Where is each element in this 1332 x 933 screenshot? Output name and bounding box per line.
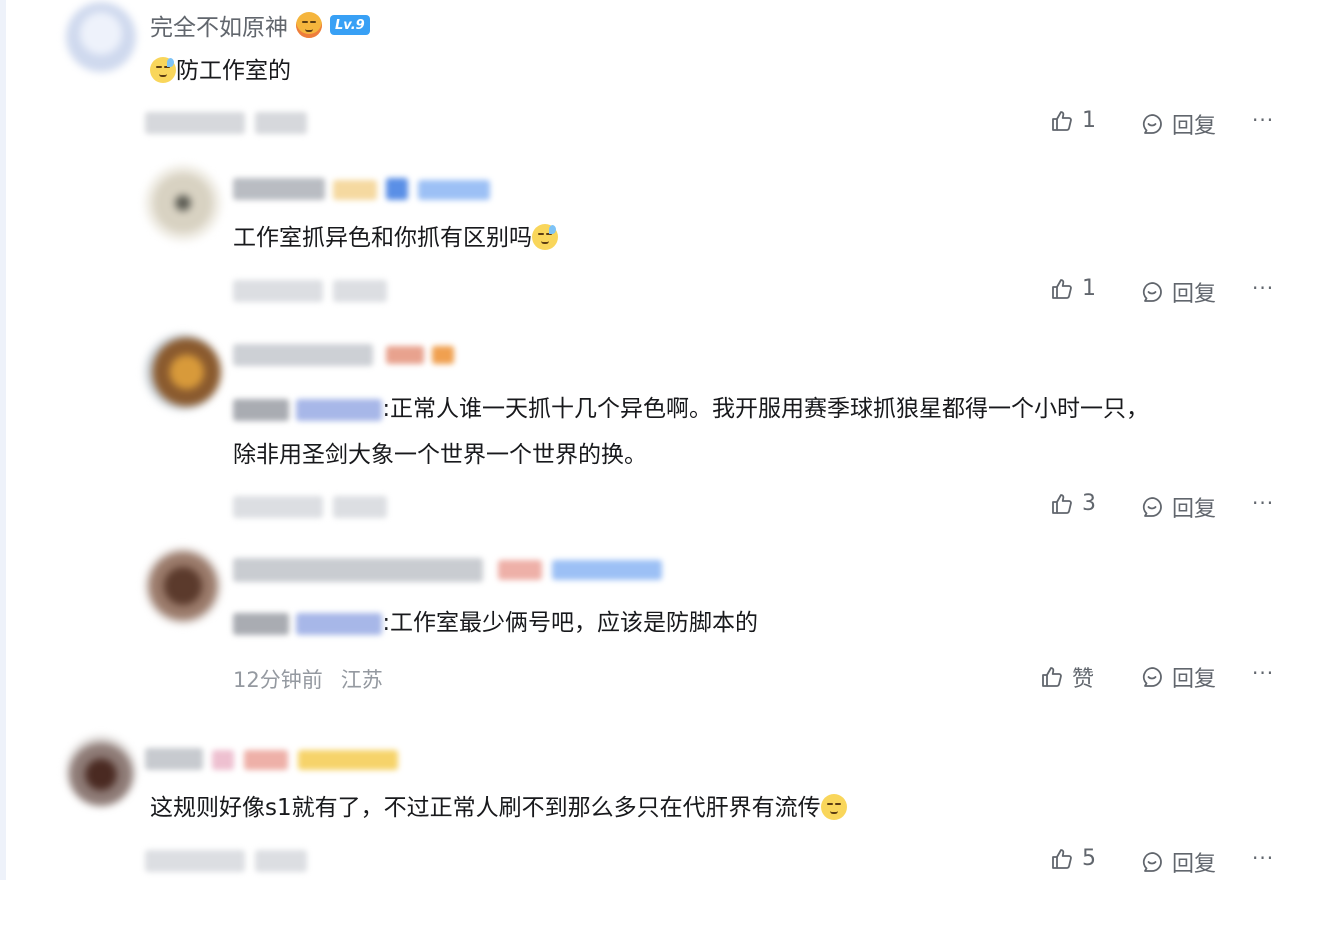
blurred-meta: [233, 280, 323, 302]
left-edge-strip: [0, 0, 6, 880]
blurred-badge: [432, 346, 454, 364]
blurred-meta: [255, 112, 307, 134]
thumbs-up-icon: [1040, 665, 1064, 689]
avatar[interactable]: [145, 165, 221, 241]
avatar[interactable]: [145, 334, 221, 410]
more-dots-icon[interactable]: ···: [1252, 846, 1274, 870]
like-button[interactable]: 1: [1050, 276, 1096, 301]
reply-button[interactable]: 回复: [1140, 661, 1216, 693]
blurred-meta: [255, 850, 307, 872]
like-count: 5: [1082, 846, 1096, 871]
like-count: 3: [1082, 491, 1096, 516]
timestamp: 12分钟前: [233, 668, 323, 692]
blurred-meta: [333, 496, 387, 518]
more-dots-icon[interactable]: ···: [1252, 491, 1274, 515]
blurred-badge: [212, 750, 234, 770]
blurred-badge: [298, 750, 398, 770]
blurred-meta: [145, 850, 245, 872]
blurred-username: [233, 558, 483, 582]
reply-button[interactable]: 回复: [1140, 846, 1216, 878]
reply-bubble-icon: [1140, 495, 1164, 519]
location: 江苏: [340, 668, 383, 692]
like-label: 赞: [1072, 667, 1095, 692]
blurred-meta: [145, 112, 245, 134]
more-dots-icon[interactable]: ···: [1252, 661, 1274, 685]
like-count: 1: [1082, 108, 1096, 133]
blurred-mention: [296, 612, 383, 635]
blurred-badge: [552, 560, 662, 580]
comment-text: :工作室最少俩号吧，应该是防脚本的: [233, 600, 758, 646]
thumbs-up-icon: [1050, 109, 1074, 133]
like-count: 1: [1082, 276, 1096, 301]
comment-text: :正常人谁一天抓十几个异色啊。我开服用赛季球抓狼星都得一个小时一只， 除非用圣剑…: [233, 396, 1150, 468]
avatar[interactable]: [145, 548, 221, 624]
like-button[interactable]: 赞: [1040, 661, 1094, 693]
like-button[interactable]: 1: [1050, 108, 1096, 133]
avatar[interactable]: [66, 2, 136, 72]
blurred-badge: [244, 750, 288, 770]
blurred-username: [145, 748, 203, 770]
blurred-username: [233, 344, 373, 366]
tired-emoji-icon: [296, 12, 322, 38]
username[interactable]: 完全不如原神: [150, 8, 288, 42]
like-button[interactable]: 5: [1050, 846, 1096, 871]
sweat-emoji-icon: [532, 224, 558, 250]
blurred-badge: [498, 560, 542, 580]
thumbs-up-icon: [1050, 277, 1074, 301]
reply-button[interactable]: 回复: [1140, 276, 1216, 308]
comment-text: 这规则好像s1就有了，不过正常人刷不到那么多只在代肝界有流传: [150, 785, 847, 831]
more-dots-icon[interactable]: ···: [1252, 108, 1274, 132]
blurred-mention: [233, 398, 289, 421]
comment-meta: 12分钟前 江苏: [233, 664, 401, 694]
username-row: 完全不如原神 Lv.9: [150, 8, 370, 42]
blurred-username: [233, 178, 325, 200]
blurred-badge: [386, 178, 408, 200]
blurred-meta: [333, 280, 387, 302]
blurred-badge: [333, 180, 377, 200]
reply-label: 回复: [1172, 114, 1217, 139]
thumbs-up-icon: [1050, 847, 1074, 871]
blurred-mention: [296, 398, 383, 421]
blurred-meta: [233, 496, 323, 518]
reply-bubble-icon: [1140, 112, 1164, 136]
reply-bubble-icon: [1140, 850, 1164, 874]
more-dots-icon[interactable]: ···: [1252, 276, 1274, 300]
blurred-badge: [418, 180, 490, 200]
reply-label: 回复: [1172, 497, 1217, 522]
blurred-mention: [233, 612, 289, 635]
reply-label: 回复: [1172, 667, 1217, 692]
like-button[interactable]: 3: [1050, 491, 1096, 516]
reply-label: 回复: [1172, 282, 1217, 307]
comment-text: 工作室抓异色和你抓有区别吗: [233, 215, 558, 261]
thumbs-up-icon: [1050, 492, 1074, 516]
sweat-emoji-icon: [150, 57, 176, 83]
comment-text: 防工作室的: [150, 48, 291, 94]
reply-button[interactable]: 回复: [1140, 108, 1216, 140]
reply-bubble-icon: [1140, 280, 1164, 304]
smug-emoji-icon: [820, 794, 847, 820]
reply-bubble-icon: [1140, 665, 1164, 689]
blurred-badge: [386, 346, 424, 364]
reply-button[interactable]: 回复: [1140, 491, 1216, 523]
avatar[interactable]: [66, 736, 136, 806]
reply-label: 回复: [1172, 852, 1217, 877]
level-badge: Lv.9: [330, 15, 370, 35]
